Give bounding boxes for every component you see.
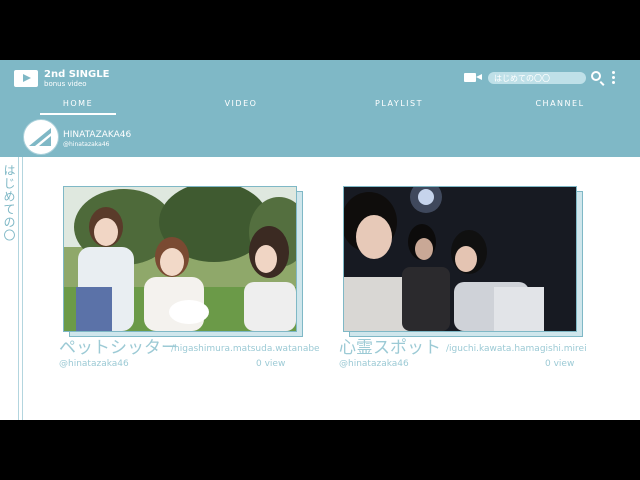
side-divider [18, 157, 19, 420]
video-thumbnail[interactable] [343, 186, 577, 332]
app-subtitle: bonus video [44, 80, 87, 88]
channel-handle: @hinatazaka46 [63, 141, 110, 148]
tab-channel[interactable]: CHANNEL [520, 93, 600, 115]
tab-video[interactable]: VIDEO [205, 93, 277, 115]
video-title[interactable]: 心霊スポット [339, 338, 441, 358]
tab-home[interactable]: HOME [40, 93, 116, 115]
video-thumbnail[interactable] [63, 186, 297, 332]
video-channel[interactable]: @hinatazaka46 [59, 359, 129, 369]
side-divider [22, 157, 23, 420]
top-bar: 2nd SINGLE bonus video [0, 60, 640, 93]
nav-bar: HOME VIDEO PLAYLIST CHANNEL [0, 93, 640, 115]
video-title[interactable]: ペットシッター [59, 338, 178, 358]
search-icon[interactable] [591, 71, 601, 81]
logo-icon[interactable] [23, 119, 59, 155]
side-label: はじめての〇 [2, 164, 16, 242]
camera-icon[interactable] [464, 73, 482, 82]
app-title: 2nd SINGLE [44, 69, 110, 80]
play-icon[interactable] [14, 70, 38, 87]
search-input[interactable] [488, 72, 586, 84]
more-icon[interactable] [612, 71, 616, 87]
channel-name[interactable]: HINATAZAKA46 [63, 130, 131, 140]
video-channel[interactable]: @hinatazaka46 [339, 359, 409, 369]
tab-playlist[interactable]: PLAYLIST [358, 93, 440, 115]
video-members: /iguchi.kawata.hamagishi.mirei [446, 344, 587, 354]
app-window: 2nd SINGLE bonus video HOME VIDEO PLAYLI… [0, 60, 640, 420]
channel-header: HINATAZAKA46 @hinatazaka46 [0, 115, 640, 157]
video-views: 0 view [545, 359, 575, 369]
video-members: /higashimura.matsuda.watanabe [171, 344, 320, 354]
video-views: 0 view [256, 359, 286, 369]
